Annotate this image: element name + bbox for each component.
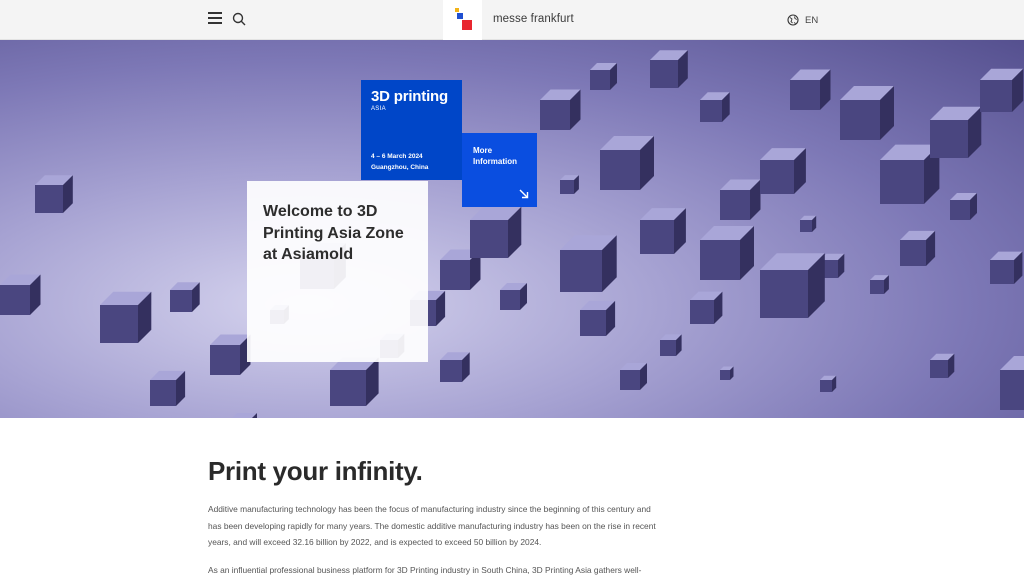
decorative-cube	[232, 413, 257, 418]
decorative-cube	[440, 352, 470, 382]
more-information-button[interactable]: More Information	[462, 133, 537, 207]
decorative-cube	[1000, 356, 1024, 410]
decorative-cube	[690, 291, 723, 324]
decorative-cube	[980, 68, 1024, 112]
welcome-card: Welcome to 3D Printing Asia Zone at Asia…	[247, 181, 428, 362]
cubes-background-image	[0, 50, 1024, 418]
decorative-cube	[720, 179, 761, 220]
decorative-cube	[840, 86, 894, 140]
decorative-cube	[950, 193, 977, 220]
decorative-cube	[720, 366, 734, 380]
decorative-cube	[560, 175, 579, 194]
decorative-cube	[100, 291, 152, 343]
decorative-cube	[660, 334, 682, 356]
messe-frankfurt-logo[interactable]	[443, 0, 482, 40]
event-location: Guangzhou, China	[371, 163, 429, 171]
menu-icon[interactable]	[208, 12, 222, 26]
hero-banner: 3D printing ASIA 4 – 6 March 2024 Guangz…	[0, 40, 1024, 418]
decorative-cube	[700, 226, 754, 280]
decorative-cube	[580, 300, 616, 336]
decorative-cube	[150, 370, 186, 406]
welcome-heading: Welcome to 3D Printing Asia Zone at Asia…	[263, 203, 404, 263]
language-selector[interactable]: EN	[787, 13, 818, 27]
event-logo-tile[interactable]: 3D printing ASIA 4 – 6 March 2024 Guangz…	[361, 80, 462, 180]
decorative-cube	[700, 92, 730, 122]
decorative-cube	[330, 357, 379, 406]
decorative-cube	[760, 148, 806, 194]
decorative-cube	[870, 275, 889, 294]
decorative-cube	[540, 89, 581, 130]
decorative-cube	[990, 251, 1023, 284]
more-information-label: More Information	[473, 146, 517, 166]
event-subtitle: ASIA	[371, 106, 386, 112]
decorative-cube	[800, 215, 817, 232]
decorative-cube	[560, 235, 617, 292]
decorative-cube	[35, 175, 73, 213]
decorative-cube	[900, 230, 936, 266]
event-title: 3D printing	[371, 88, 448, 105]
decorative-cube	[0, 274, 41, 315]
decorative-cube	[790, 69, 831, 110]
event-date: 4 – 6 March 2024	[371, 153, 423, 160]
decorative-cube	[590, 63, 617, 90]
intro-paragraph: Additive manufacturing technology has be…	[208, 504, 656, 547]
decorative-cube	[210, 334, 251, 375]
decorative-cube	[500, 283, 527, 310]
arrow-down-right-icon	[519, 189, 529, 199]
decorative-cube	[640, 208, 686, 254]
language-label: EN	[805, 14, 819, 26]
decorative-cube	[600, 136, 654, 190]
intro-paragraph-2: As an influential professional business …	[208, 565, 642, 575]
decorative-cube	[470, 206, 522, 258]
decorative-cube	[650, 50, 688, 88]
decorative-cube	[930, 353, 955, 378]
decorative-cube	[820, 375, 837, 392]
brand-name[interactable]: messe frankfurt	[493, 13, 574, 25]
decorative-cube	[760, 253, 825, 318]
search-icon[interactable]	[232, 12, 246, 26]
globe-icon	[787, 14, 799, 26]
page-title: Print your infinity.	[208, 456, 423, 486]
top-navigation-bar: messe frankfurt EN	[0, 0, 1024, 40]
decorative-cube	[620, 363, 647, 390]
decorative-cube	[930, 106, 982, 158]
decorative-cube	[170, 282, 200, 312]
